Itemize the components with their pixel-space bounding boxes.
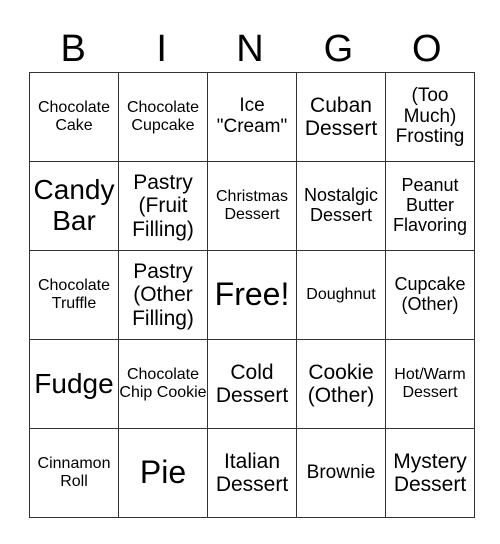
header-letter-i: I [156,28,167,70]
header-letter-b: B [60,28,86,70]
bingo-row: Chocolate Truffle Pastry (Other Filling)… [29,250,475,340]
bingo-cell[interactable]: Chocolate Chip Cookie [118,339,208,429]
bingo-cell[interactable]: Fudge [29,339,119,429]
bingo-row: Candy Bar Pastry (Fruit Filling) Christm… [29,161,475,251]
bingo-row: Fudge Chocolate Chip Cookie Cold Dessert… [29,339,475,429]
bingo-cell[interactable]: Peanut Butter Flavoring [385,161,475,251]
bingo-cell[interactable]: Italian Dessert [207,428,297,518]
bingo-cell[interactable]: Pastry (Other Filling) [118,250,208,340]
bingo-cell[interactable]: Cinnamon Roll [29,428,119,518]
header-letter-o: O [412,28,442,70]
bingo-cell[interactable]: Nostalgic Dessert [296,161,386,251]
bingo-cell[interactable]: Chocolate Cake [29,72,119,162]
bingo-cell[interactable]: Ice "Cream" [207,72,297,162]
bingo-cell[interactable]: Pastry (Fruit Filling) [118,161,208,251]
bingo-cell[interactable]: Cookie (Other) [296,339,386,429]
bingo-row: Chocolate Cake Chocolate Cupcake Ice "Cr… [29,72,475,162]
bingo-cell[interactable]: (Too Much) Frosting [385,72,475,162]
bingo-cell[interactable]: Cuban Dessert [296,72,386,162]
bingo-cell[interactable]: Brownie [296,428,386,518]
bingo-cell[interactable]: Pie [118,428,208,518]
bingo-row: Cinnamon Roll Pie Italian Dessert Browni… [29,428,475,518]
bingo-cell[interactable]: Cupcake (Other) [385,250,475,340]
bingo-cell[interactable]: Mystery Dessert [385,428,475,518]
bingo-header: B I N G O [29,26,471,72]
bingo-cell[interactable]: Cold Dessert [207,339,297,429]
bingo-cell[interactable]: Christmas Dessert [207,161,297,251]
bingo-cell[interactable]: Chocolate Truffle [29,250,119,340]
header-letter-g: G [323,28,354,70]
bingo-cell[interactable]: Candy Bar [29,161,119,251]
bingo-cell[interactable]: Hot/Warm Dessert [385,339,475,429]
bingo-cell[interactable]: Chocolate Cupcake [118,72,208,162]
bingo-card: Chocolate Cake Chocolate Cupcake Ice "Cr… [29,72,475,518]
bingo-cell[interactable]: Doughnut [296,250,386,340]
free-space[interactable]: Free! [207,250,297,340]
header-letter-n: N [236,28,264,70]
